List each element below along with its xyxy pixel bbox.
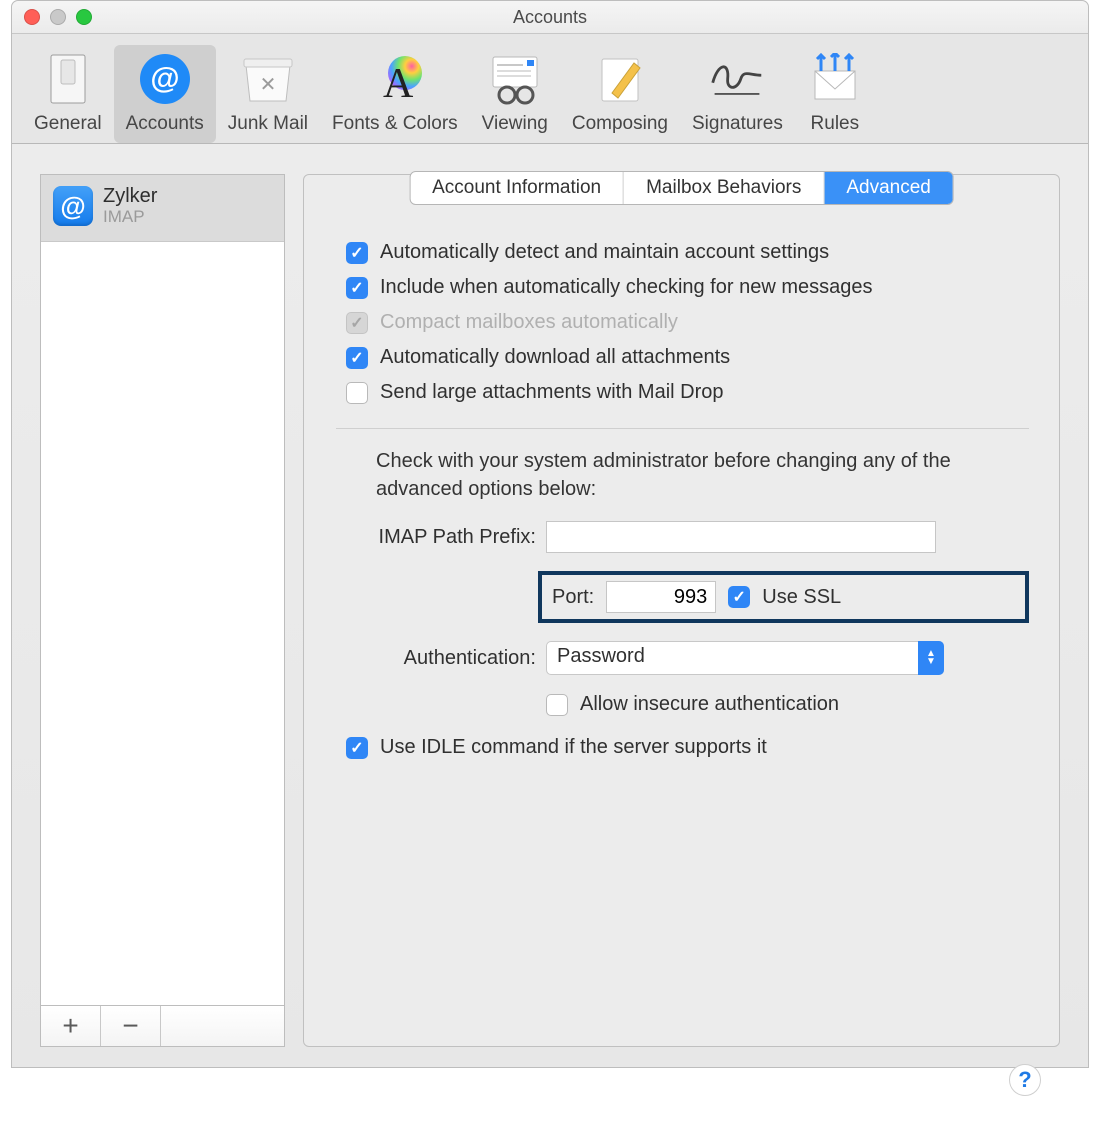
imap-prefix-label: IMAP Path Prefix: [346, 526, 546, 549]
sidebar-footer: + − [40, 1005, 285, 1047]
toolbar-viewing[interactable]: Viewing [470, 45, 560, 143]
toolbar-fonts-colors[interactable]: A Fonts & Colors [320, 45, 470, 143]
toolbar-label: Viewing [482, 113, 548, 135]
toolbar-composing[interactable]: Composing [560, 45, 680, 143]
auto-detect-checkbox[interactable] [346, 242, 368, 264]
viewing-icon [487, 51, 543, 107]
authentication-label: Authentication: [346, 647, 546, 670]
toolbar-label: Signatures [692, 113, 783, 135]
svg-text:A: A [383, 61, 414, 105]
port-label: Port: [552, 586, 594, 609]
compact-checkbox [346, 312, 368, 334]
footer-spacer [161, 1006, 284, 1046]
mail-drop-label: Send large attachments with Mail Drop [380, 381, 724, 404]
window-title: Accounts [513, 7, 587, 28]
authentication-value: Password [546, 641, 944, 675]
account-name: Zylker [103, 185, 157, 207]
toolbar-general[interactable]: General [22, 45, 114, 143]
advanced-note: Check with your system administrator bef… [376, 447, 1019, 503]
tab-advanced[interactable]: Advanced [824, 172, 953, 204]
close-window-button[interactable] [24, 9, 40, 25]
allow-insecure-label: Allow insecure authentication [580, 693, 839, 716]
svg-text:@: @ [150, 62, 179, 95]
allow-insecure-checkbox[interactable] [546, 694, 568, 716]
toolbar-label: General [34, 113, 102, 135]
use-ssl-label: Use SSL [762, 586, 841, 609]
body: @ Zylker IMAP + − Account Information Ma… [12, 144, 1088, 1067]
general-icon [40, 51, 96, 107]
use-idle-label: Use IDLE command if the server supports … [380, 736, 767, 759]
tab-account-information[interactable]: Account Information [410, 172, 624, 204]
question-icon: ? [1018, 1067, 1031, 1093]
port-highlight: Port: Use SSL [538, 571, 1029, 623]
toolbar-label: Composing [572, 113, 668, 135]
help-button[interactable]: ? [1009, 1064, 1041, 1096]
toolbar-rules[interactable]: Rules [795, 45, 875, 143]
toolbar-signatures[interactable]: Signatures [680, 45, 795, 143]
toolbar-label: Rules [811, 113, 860, 135]
use-ssl-checkbox[interactable] [728, 586, 750, 608]
remove-account-button[interactable]: − [101, 1006, 161, 1046]
minimize-window-button[interactable] [50, 9, 66, 25]
toolbar-label: Accounts [126, 113, 204, 135]
use-idle-checkbox[interactable] [346, 737, 368, 759]
svg-text:✕: ✕ [260, 74, 277, 96]
preferences-toolbar: General @ Accounts ✕ Junk Mail [12, 34, 1088, 144]
toolbar-junk-mail[interactable]: ✕ Junk Mail [216, 45, 320, 143]
composing-icon [592, 51, 648, 107]
rules-icon [807, 51, 863, 107]
toolbar-label: Fonts & Colors [332, 113, 458, 135]
accounts-icon: @ [137, 51, 193, 107]
compact-label: Compact mailboxes automatically [380, 311, 678, 334]
accounts-list[interactable]: @ Zylker IMAP [40, 174, 285, 1005]
titlebar: Accounts [12, 1, 1088, 34]
at-icon: @ [53, 186, 93, 226]
download-attachments-checkbox[interactable] [346, 347, 368, 369]
add-account-button[interactable]: + [41, 1006, 101, 1046]
account-tabs: Account Information Mailbox Behaviors Ad… [409, 171, 954, 205]
window-controls [24, 9, 92, 25]
toolbar-accounts[interactable]: @ Accounts [114, 45, 216, 143]
imap-prefix-input[interactable] [546, 521, 936, 553]
include-check-label: Include when automatically checking for … [380, 276, 872, 299]
settings-panel: Account Information Mailbox Behaviors Ad… [303, 174, 1060, 1047]
account-row[interactable]: @ Zylker IMAP [41, 175, 284, 242]
fonts-colors-icon: A [367, 51, 423, 107]
include-check-checkbox[interactable] [346, 277, 368, 299]
download-attachments-label: Automatically download all attachments [380, 346, 730, 369]
advanced-pane: Automatically detect and maintain accoun… [304, 175, 1059, 785]
toolbar-label: Junk Mail [228, 113, 308, 135]
junk-mail-icon: ✕ [240, 51, 296, 107]
accounts-sidebar: @ Zylker IMAP + − [40, 174, 285, 1047]
tab-mailbox-behaviors[interactable]: Mailbox Behaviors [624, 172, 824, 204]
signatures-icon [709, 51, 765, 107]
authentication-select[interactable]: Password ▲▼ [546, 641, 944, 675]
account-subtitle: IMAP [103, 207, 157, 227]
port-input[interactable] [606, 581, 716, 613]
zoom-window-button[interactable] [76, 9, 92, 25]
preferences-window: Accounts General @ Accounts ✕ Junk Mail [11, 0, 1089, 1068]
chevron-up-down-icon: ▲▼ [918, 641, 944, 675]
separator [336, 428, 1029, 429]
mail-drop-checkbox[interactable] [346, 382, 368, 404]
auto-detect-label: Automatically detect and maintain accoun… [380, 241, 829, 264]
